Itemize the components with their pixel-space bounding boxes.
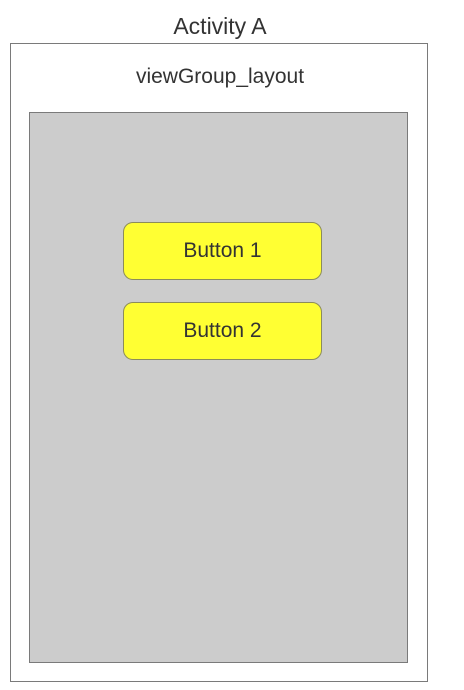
button-2[interactable]: Button 2	[123, 302, 322, 360]
viewgroup-label: viewGroup_layout	[135, 65, 305, 88]
viewgroup-layout-box	[29, 112, 408, 663]
activity-title: Activity A	[173, 13, 267, 39]
button-1[interactable]: Button 1	[123, 222, 322, 280]
